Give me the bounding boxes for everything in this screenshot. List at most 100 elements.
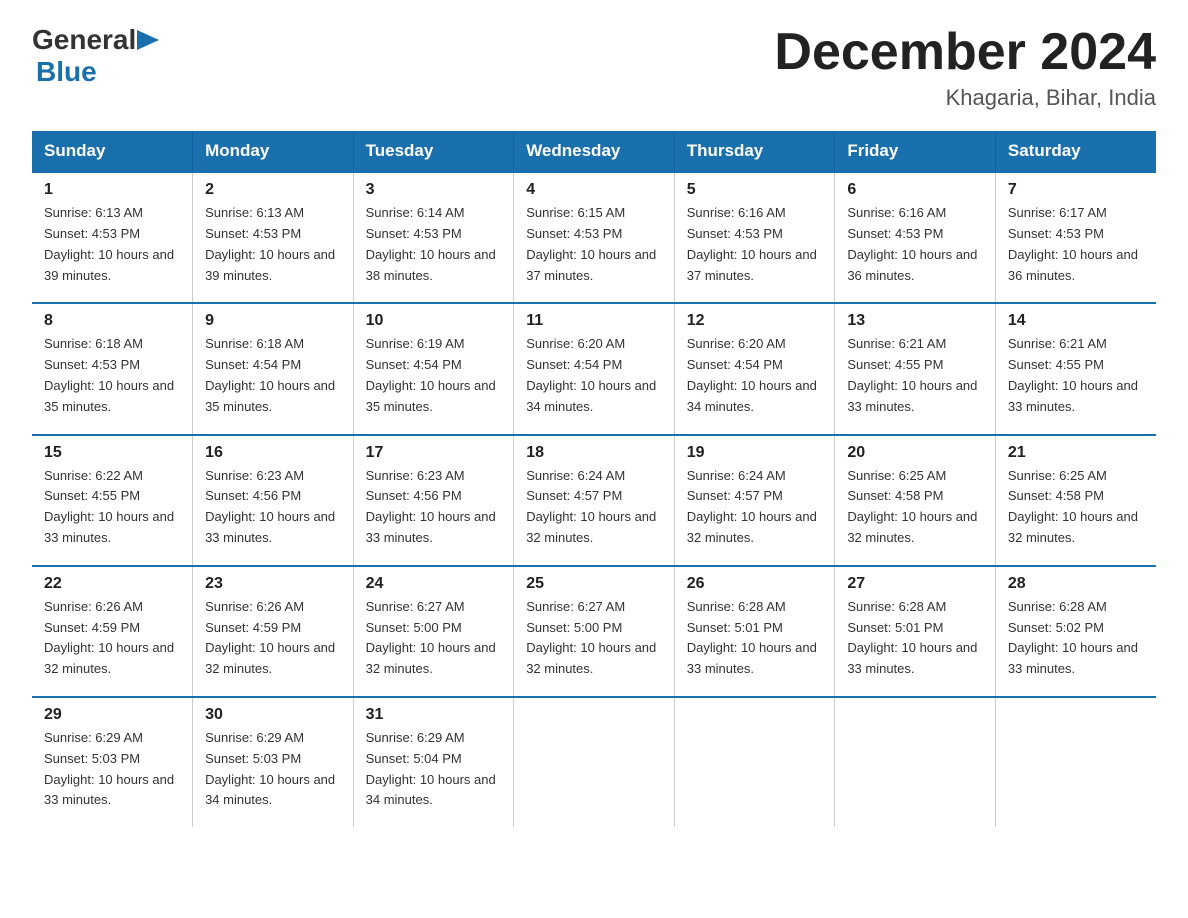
day-number: 28 <box>1008 575 1144 593</box>
day-number: 13 <box>847 312 983 330</box>
day-info: Sunrise: 6:20 AMSunset: 4:54 PMDaylight:… <box>526 334 662 417</box>
day-info: Sunrise: 6:28 AMSunset: 5:02 PMDaylight:… <box>1008 597 1144 680</box>
day-info: Sunrise: 6:26 AMSunset: 4:59 PMDaylight:… <box>205 597 341 680</box>
day-info: Sunrise: 6:24 AMSunset: 4:57 PMDaylight:… <box>687 466 823 549</box>
day-number: 2 <box>205 181 341 199</box>
col-header-thursday: Thursday <box>674 131 835 172</box>
day-number: 23 <box>205 575 341 593</box>
day-number: 3 <box>366 181 502 199</box>
day-number: 9 <box>205 312 341 330</box>
day-info: Sunrise: 6:27 AMSunset: 5:00 PMDaylight:… <box>366 597 502 680</box>
day-info: Sunrise: 6:28 AMSunset: 5:01 PMDaylight:… <box>847 597 983 680</box>
day-info: Sunrise: 6:29 AMSunset: 5:04 PMDaylight:… <box>366 728 502 811</box>
calendar-cell: 5 Sunrise: 6:16 AMSunset: 4:53 PMDayligh… <box>674 172 835 303</box>
day-number: 22 <box>44 575 180 593</box>
col-header-friday: Friday <box>835 131 996 172</box>
calendar-cell: 17 Sunrise: 6:23 AMSunset: 4:56 PMDaylig… <box>353 435 514 566</box>
calendar-cell: 30 Sunrise: 6:29 AMSunset: 5:03 PMDaylig… <box>193 697 354 827</box>
day-number: 21 <box>1008 444 1144 462</box>
calendar-cell: 8 Sunrise: 6:18 AMSunset: 4:53 PMDayligh… <box>32 303 193 434</box>
month-year-title: December 2024 <box>774 24 1156 81</box>
day-number: 26 <box>687 575 823 593</box>
day-info: Sunrise: 6:21 AMSunset: 4:55 PMDaylight:… <box>1008 334 1144 417</box>
day-info: Sunrise: 6:18 AMSunset: 4:53 PMDaylight:… <box>44 334 180 417</box>
calendar-cell: 19 Sunrise: 6:24 AMSunset: 4:57 PMDaylig… <box>674 435 835 566</box>
col-header-tuesday: Tuesday <box>353 131 514 172</box>
calendar-cell: 27 Sunrise: 6:28 AMSunset: 5:01 PMDaylig… <box>835 566 996 697</box>
day-number: 18 <box>526 444 662 462</box>
col-header-wednesday: Wednesday <box>514 131 675 172</box>
logo-blue-text: Blue <box>36 56 97 87</box>
day-info: Sunrise: 6:21 AMSunset: 4:55 PMDaylight:… <box>847 334 983 417</box>
day-number: 6 <box>847 181 983 199</box>
day-number: 30 <box>205 706 341 724</box>
day-info: Sunrise: 6:15 AMSunset: 4:53 PMDaylight:… <box>526 203 662 286</box>
day-number: 17 <box>366 444 502 462</box>
day-info: Sunrise: 6:29 AMSunset: 5:03 PMDaylight:… <box>205 728 341 811</box>
calendar-week-row: 1 Sunrise: 6:13 AMSunset: 4:53 PMDayligh… <box>32 172 1156 303</box>
calendar-table: SundayMondayTuesdayWednesdayThursdayFrid… <box>32 131 1156 827</box>
calendar-cell: 25 Sunrise: 6:27 AMSunset: 5:00 PMDaylig… <box>514 566 675 697</box>
day-number: 12 <box>687 312 823 330</box>
day-info: Sunrise: 6:26 AMSunset: 4:59 PMDaylight:… <box>44 597 180 680</box>
calendar-cell: 23 Sunrise: 6:26 AMSunset: 4:59 PMDaylig… <box>193 566 354 697</box>
calendar-cell: 13 Sunrise: 6:21 AMSunset: 4:55 PMDaylig… <box>835 303 996 434</box>
calendar-cell: 29 Sunrise: 6:29 AMSunset: 5:03 PMDaylig… <box>32 697 193 827</box>
calendar-cell: 15 Sunrise: 6:22 AMSunset: 4:55 PMDaylig… <box>32 435 193 566</box>
day-info: Sunrise: 6:27 AMSunset: 5:00 PMDaylight:… <box>526 597 662 680</box>
calendar-cell: 4 Sunrise: 6:15 AMSunset: 4:53 PMDayligh… <box>514 172 675 303</box>
day-number: 1 <box>44 181 180 199</box>
day-info: Sunrise: 6:23 AMSunset: 4:56 PMDaylight:… <box>205 466 341 549</box>
calendar-cell <box>514 697 675 827</box>
calendar-cell <box>674 697 835 827</box>
day-info: Sunrise: 6:25 AMSunset: 4:58 PMDaylight:… <box>847 466 983 549</box>
day-info: Sunrise: 6:16 AMSunset: 4:53 PMDaylight:… <box>687 203 823 286</box>
calendar-cell: 6 Sunrise: 6:16 AMSunset: 4:53 PMDayligh… <box>835 172 996 303</box>
day-number: 15 <box>44 444 180 462</box>
calendar-cell <box>995 697 1156 827</box>
day-number: 8 <box>44 312 180 330</box>
calendar-cell: 12 Sunrise: 6:20 AMSunset: 4:54 PMDaylig… <box>674 303 835 434</box>
day-info: Sunrise: 6:17 AMSunset: 4:53 PMDaylight:… <box>1008 203 1144 286</box>
calendar-cell: 7 Sunrise: 6:17 AMSunset: 4:53 PMDayligh… <box>995 172 1156 303</box>
day-number: 11 <box>526 312 662 330</box>
calendar-cell: 3 Sunrise: 6:14 AMSunset: 4:53 PMDayligh… <box>353 172 514 303</box>
calendar-cell: 21 Sunrise: 6:25 AMSunset: 4:58 PMDaylig… <box>995 435 1156 566</box>
day-number: 7 <box>1008 181 1144 199</box>
calendar-cell: 10 Sunrise: 6:19 AMSunset: 4:54 PMDaylig… <box>353 303 514 434</box>
day-info: Sunrise: 6:28 AMSunset: 5:01 PMDaylight:… <box>687 597 823 680</box>
day-number: 5 <box>687 181 823 199</box>
day-number: 24 <box>366 575 502 593</box>
day-number: 25 <box>526 575 662 593</box>
day-info: Sunrise: 6:13 AMSunset: 4:53 PMDaylight:… <box>205 203 341 286</box>
calendar-cell: 31 Sunrise: 6:29 AMSunset: 5:04 PMDaylig… <box>353 697 514 827</box>
calendar-week-row: 22 Sunrise: 6:26 AMSunset: 4:59 PMDaylig… <box>32 566 1156 697</box>
day-number: 20 <box>847 444 983 462</box>
day-info: Sunrise: 6:13 AMSunset: 4:53 PMDaylight:… <box>44 203 180 286</box>
calendar-cell: 1 Sunrise: 6:13 AMSunset: 4:53 PMDayligh… <box>32 172 193 303</box>
day-number: 19 <box>687 444 823 462</box>
calendar-cell: 20 Sunrise: 6:25 AMSunset: 4:58 PMDaylig… <box>835 435 996 566</box>
day-info: Sunrise: 6:29 AMSunset: 5:03 PMDaylight:… <box>44 728 180 811</box>
calendar-cell: 11 Sunrise: 6:20 AMSunset: 4:54 PMDaylig… <box>514 303 675 434</box>
col-header-monday: Monday <box>193 131 354 172</box>
day-number: 10 <box>366 312 502 330</box>
calendar-cell: 14 Sunrise: 6:21 AMSunset: 4:55 PMDaylig… <box>995 303 1156 434</box>
day-info: Sunrise: 6:18 AMSunset: 4:54 PMDaylight:… <box>205 334 341 417</box>
col-header-sunday: Sunday <box>32 131 193 172</box>
day-number: 16 <box>205 444 341 462</box>
day-info: Sunrise: 6:23 AMSunset: 4:56 PMDaylight:… <box>366 466 502 549</box>
col-header-saturday: Saturday <box>995 131 1156 172</box>
day-number: 4 <box>526 181 662 199</box>
day-info: Sunrise: 6:14 AMSunset: 4:53 PMDaylight:… <box>366 203 502 286</box>
calendar-cell <box>835 697 996 827</box>
day-number: 14 <box>1008 312 1144 330</box>
logo-general-text: General <box>32 24 136 56</box>
calendar-cell: 22 Sunrise: 6:26 AMSunset: 4:59 PMDaylig… <box>32 566 193 697</box>
calendar-week-row: 29 Sunrise: 6:29 AMSunset: 5:03 PMDaylig… <box>32 697 1156 827</box>
logo: General Blue <box>32 24 161 88</box>
calendar-cell: 24 Sunrise: 6:27 AMSunset: 5:00 PMDaylig… <box>353 566 514 697</box>
day-number: 27 <box>847 575 983 593</box>
day-info: Sunrise: 6:25 AMSunset: 4:58 PMDaylight:… <box>1008 466 1144 549</box>
calendar-cell: 16 Sunrise: 6:23 AMSunset: 4:56 PMDaylig… <box>193 435 354 566</box>
